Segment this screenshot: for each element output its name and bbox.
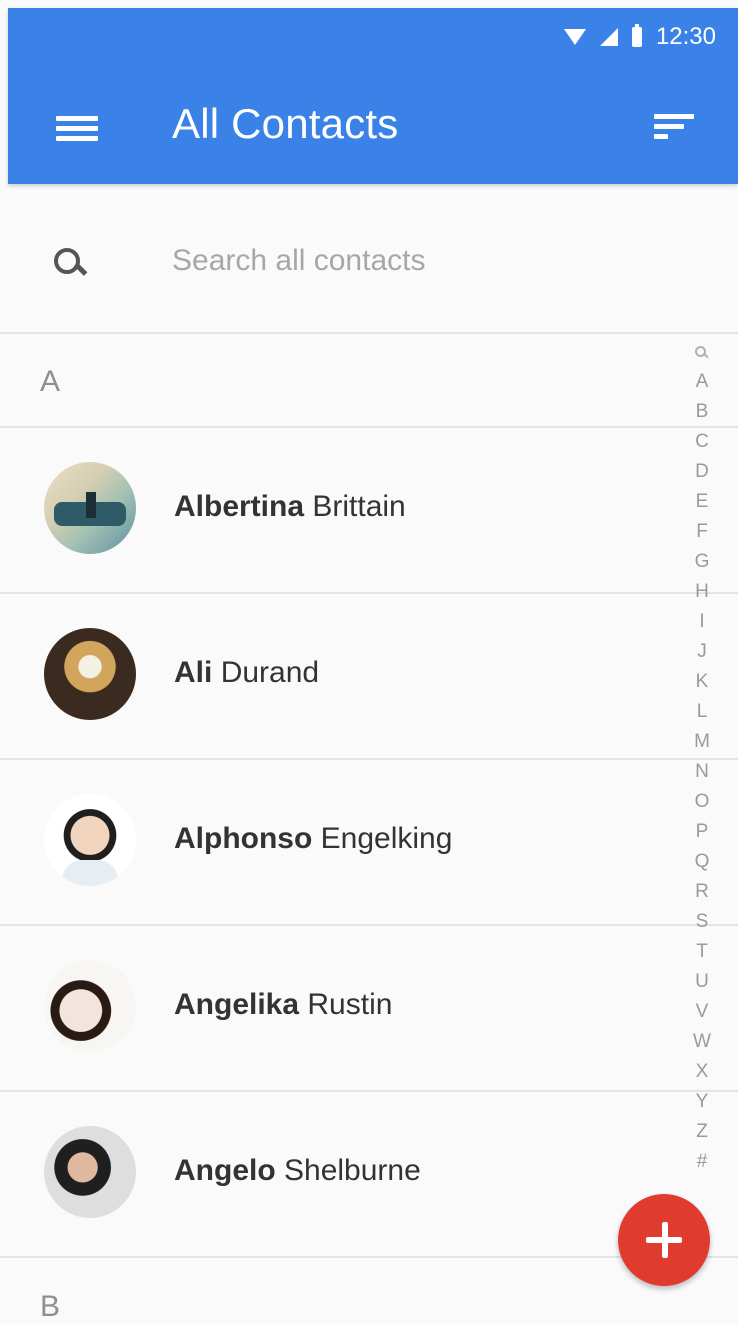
app-bar: 12:30 All Contacts <box>8 8 738 184</box>
contact-first-name: Ali <box>174 656 213 689</box>
contact-row[interactable]: Alphonso Engelking <box>0 760 680 924</box>
contact-last-name: Brittain <box>312 490 406 523</box>
wifi-icon <box>563 29 586 45</box>
index-letter[interactable]: S <box>696 907 709 937</box>
contact-name: Albertina Brittain <box>174 490 406 524</box>
menu-icon[interactable] <box>52 108 106 148</box>
index-letter[interactable]: V <box>696 997 709 1027</box>
index-search-icon[interactable] <box>692 343 712 367</box>
index-letter[interactable]: P <box>696 817 709 847</box>
avatar <box>44 1126 136 1218</box>
index-letter[interactable]: Q <box>695 847 710 877</box>
contact-name: Alphonso Engelking <box>174 822 452 856</box>
index-letter[interactable]: D <box>695 457 709 487</box>
contact-last-name: Durand <box>220 656 320 689</box>
section-header-a: A <box>40 365 61 398</box>
index-letter[interactable]: X <box>696 1057 709 1087</box>
alphabet-index: A B C D E F G H I J K L M N O P Q R S T … <box>688 343 716 1177</box>
index-letter[interactable]: I <box>699 607 704 637</box>
index-letter[interactable]: B <box>696 397 709 427</box>
signal-icon <box>599 28 618 46</box>
index-letter[interactable]: U <box>695 967 709 997</box>
index-letter[interactable]: N <box>695 757 709 787</box>
add-contact-button[interactable] <box>618 1194 710 1286</box>
avatar <box>44 462 136 554</box>
contact-row[interactable]: Angelo Shelburne <box>0 1092 680 1256</box>
contact-first-name: Angelo <box>174 1154 276 1187</box>
search-input[interactable] <box>170 236 644 286</box>
section-header-b: B <box>40 1290 61 1323</box>
index-letter[interactable]: K <box>696 667 709 697</box>
contact-name: Ali Durand <box>174 656 319 690</box>
index-letter[interactable]: M <box>694 727 710 757</box>
contact-name: Angelo Shelburne <box>174 1154 421 1188</box>
index-letter[interactable]: Z <box>696 1117 708 1147</box>
index-letter[interactable]: C <box>695 427 709 457</box>
index-letter[interactable]: T <box>696 937 708 967</box>
contact-first-name: Angelika <box>174 988 300 1021</box>
contact-last-name: Rustin <box>307 988 393 1021</box>
index-letter[interactable]: G <box>695 547 710 577</box>
index-letter[interactable]: F <box>696 517 708 547</box>
index-letter[interactable]: O <box>695 787 710 817</box>
contact-row[interactable]: Ali Durand <box>0 594 680 758</box>
avatar <box>44 794 136 886</box>
contact-first-name: Albertina <box>174 490 305 523</box>
index-letter[interactable]: R <box>695 877 709 907</box>
contact-row[interactable]: Albertina Brittain <box>0 428 680 592</box>
index-letter[interactable]: H <box>695 577 709 607</box>
battery-icon <box>631 24 642 47</box>
page-title: All Contacts <box>172 100 399 147</box>
index-letter[interactable]: A <box>696 367 709 397</box>
contact-name: Angelika Rustin <box>174 988 392 1022</box>
index-letter[interactable]: W <box>693 1027 711 1057</box>
status-time: 12:30 <box>655 23 716 50</box>
search-icon <box>52 246 92 286</box>
divider <box>0 332 738 334</box>
index-letter[interactable]: # <box>697 1147 708 1177</box>
index-letter[interactable]: E <box>696 487 709 517</box>
contact-last-name: Engelking <box>320 822 453 855</box>
avatar <box>44 960 136 1052</box>
index-letter[interactable]: Y <box>696 1087 709 1117</box>
contact-last-name: Shelburne <box>284 1154 421 1187</box>
contact-first-name: Alphonso <box>174 822 313 855</box>
contact-row[interactable]: Angelika Rustin <box>0 926 680 1090</box>
sort-icon[interactable] <box>654 108 698 148</box>
status-bar: 12:30 <box>563 22 716 52</box>
index-letter[interactable]: J <box>697 637 707 667</box>
avatar <box>44 628 136 720</box>
index-letter[interactable]: L <box>697 697 708 727</box>
